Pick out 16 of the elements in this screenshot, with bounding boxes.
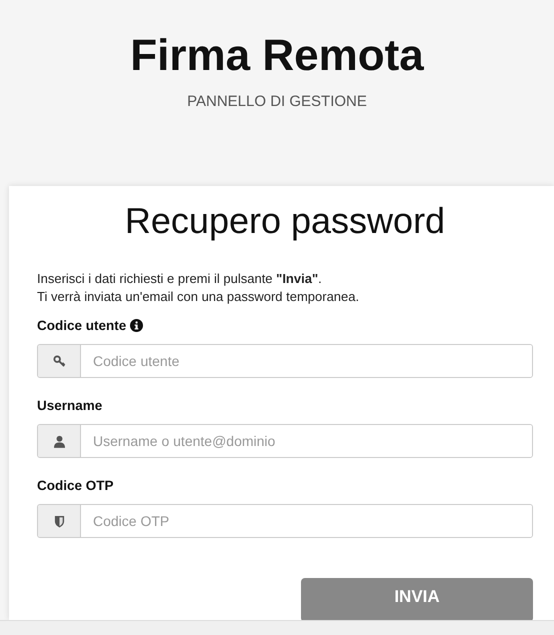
field-label: Codice utente — [37, 318, 126, 332]
app-title: Firma Remota — [130, 30, 424, 82]
app-subtitle: PANNELLO DI GESTIONE — [187, 93, 367, 110]
user-icon — [54, 434, 64, 448]
field-label: Codice OTP — [37, 478, 114, 492]
submit-button[interactable]: INVIA — [301, 578, 533, 620]
input-field[interactable]: Codice utente — [37, 344, 533, 378]
info-icon[interactable] — [130, 318, 144, 332]
key-icon — [52, 354, 66, 368]
shield-icon — [54, 514, 64, 528]
input-field[interactable]: Username o utente@dominio — [37, 424, 533, 458]
form-title: Recupero password — [124, 199, 446, 243]
instruction-text: Inserisci i dati richiesti e premi il pulsante "Invia". — [37, 270, 323, 288]
input-field[interactable]: Codice OTP — [37, 504, 533, 538]
instruction-text: Ti verrà inviata un'email con una password temporanea. — [37, 288, 360, 306]
field-label: Username — [37, 398, 102, 412]
